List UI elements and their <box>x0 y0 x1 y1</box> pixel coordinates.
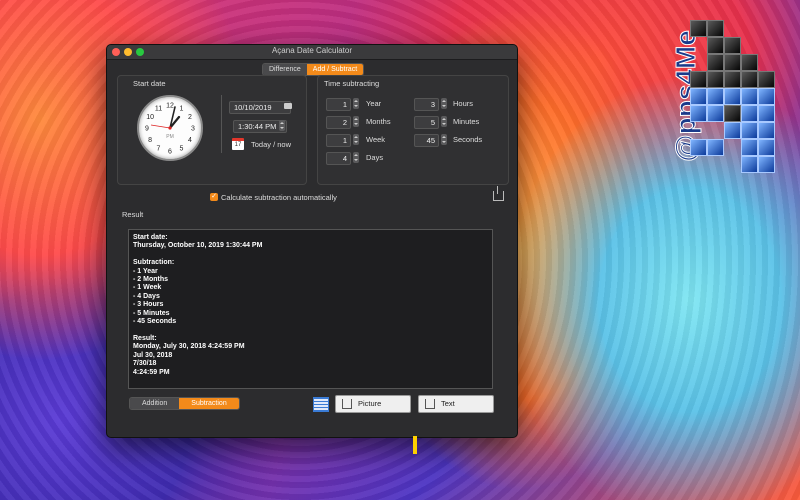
minutes-value[interactable]: 5 <box>414 116 439 129</box>
seconds-unit: Seconds <box>453 135 483 144</box>
logo-cube <box>690 20 707 37</box>
table-icon[interactable] <box>313 397 329 412</box>
hours-unit: Hours <box>453 99 474 108</box>
clock-number: 10 <box>146 114 154 121</box>
logo-cube <box>707 71 724 88</box>
clock-number: 1 <box>180 106 184 113</box>
logo-cube <box>758 71 775 88</box>
logo-cube <box>741 88 758 105</box>
start-date-label: Start date <box>133 79 166 88</box>
logo-cube <box>741 156 758 173</box>
weeks-value[interactable]: 1 <box>326 134 351 147</box>
date-field[interactable]: 10/10/2019 <box>229 101 291 114</box>
logo-cube <box>724 122 741 139</box>
weeks-stepper[interactable] <box>353 134 359 145</box>
window-title: Açana Date Calculator <box>271 46 353 55</box>
clock-number: 2 <box>188 114 192 121</box>
logo-cube <box>724 71 741 88</box>
hours-value[interactable]: 3 <box>414 98 439 111</box>
logo-cube <box>741 122 758 139</box>
clock-number: 4 <box>188 137 192 144</box>
clock-number: 12 <box>166 103 174 110</box>
today-now-button[interactable]: Today / now <box>251 140 291 149</box>
hours-stepper[interactable] <box>441 98 447 109</box>
share-icon <box>342 399 352 409</box>
clock-number: 11 <box>155 106 162 113</box>
logo-cube <box>707 139 724 156</box>
clock-number: 8 <box>148 137 152 144</box>
share-icon <box>425 399 435 409</box>
logo-cube <box>758 122 775 139</box>
calendar-icon[interactable]: 17 <box>232 138 244 150</box>
years-value[interactable]: 1 <box>326 98 351 111</box>
logo-cube <box>690 105 707 122</box>
logo-cube <box>724 88 741 105</box>
time-subtracting-panel <box>317 75 509 185</box>
months-value[interactable]: 2 <box>326 116 351 129</box>
logo-cube <box>758 88 775 105</box>
days-value[interactable]: 4 <box>326 152 351 165</box>
logo-cube <box>707 88 724 105</box>
years-unit: Year <box>366 99 382 108</box>
logo-cube <box>724 37 741 54</box>
tab-add-subtract[interactable]: Add / Subtract <box>306 64 364 75</box>
result-text-area[interactable]: Start date: Thursday, October 10, 2019 1… <box>128 229 493 389</box>
clock-number: 9 <box>145 126 149 133</box>
months-stepper[interactable] <box>353 116 359 127</box>
tab-difference[interactable]: Difference <box>263 64 307 75</box>
days-unit: Days <box>366 153 384 162</box>
logo-cube <box>724 54 741 71</box>
auto-calc-checkbox[interactable]: ✓ <box>210 193 218 201</box>
logo-cube <box>741 139 758 156</box>
logo-cube <box>741 54 758 71</box>
clock-number: 7 <box>157 145 161 152</box>
logo-cube <box>707 54 724 71</box>
tab-subtraction[interactable]: Subtraction <box>179 398 239 409</box>
logo-cube <box>758 139 775 156</box>
logo-cube <box>724 105 741 122</box>
analog-clock[interactable]: 12 1 2 3 4 5 6 7 8 9 10 11 PM <box>137 95 203 161</box>
tab-addition[interactable]: Addition <box>130 398 180 409</box>
clock-number: 3 <box>191 126 195 133</box>
pencil-graphic <box>413 436 417 454</box>
time-subtracting-label: Time subtracting <box>324 79 380 88</box>
logo-cube <box>758 105 775 122</box>
calendar-picker-icon[interactable] <box>284 103 292 109</box>
clock-face-icon: 12 1234567891011 PM <box>145 103 195 156</box>
logo-cube <box>707 105 724 122</box>
title-bar[interactable]: Açana Date Calculator <box>107 45 517 60</box>
clock-pm-label: PM <box>166 134 174 140</box>
seconds-value[interactable]: 45 <box>414 134 439 147</box>
result-mode-tabs: Addition Subtraction <box>129 397 240 410</box>
export-text-button[interactable]: Text <box>418 395 494 413</box>
logo-cube <box>690 71 707 88</box>
result-label: Result <box>122 210 144 219</box>
logo-cube <box>741 71 758 88</box>
clock-number: 6 <box>168 149 172 156</box>
years-stepper[interactable] <box>353 98 359 109</box>
logo-cube <box>707 37 724 54</box>
app-window: Açana Date Calculator Difference Add / S… <box>106 44 518 438</box>
minutes-unit: Minutes <box>453 117 480 126</box>
weeks-unit: Week <box>366 135 386 144</box>
logo-cube <box>758 156 775 173</box>
logo-cube <box>707 20 724 37</box>
clock-number: 5 <box>180 145 184 152</box>
minutes-stepper[interactable] <box>441 116 447 127</box>
auto-calc-label[interactable]: Calculate subtraction automatically <box>221 193 337 202</box>
logo-cube <box>690 139 707 156</box>
time-stepper[interactable] <box>279 120 285 131</box>
months-unit: Months <box>366 117 391 126</box>
logo-cube <box>690 88 707 105</box>
logo-cube <box>741 105 758 122</box>
divider <box>221 95 222 153</box>
export-picture-button[interactable]: Picture <box>335 395 411 413</box>
share-icon[interactable] <box>493 186 504 201</box>
seconds-stepper[interactable] <box>441 134 447 145</box>
days-stepper[interactable] <box>353 152 359 163</box>
